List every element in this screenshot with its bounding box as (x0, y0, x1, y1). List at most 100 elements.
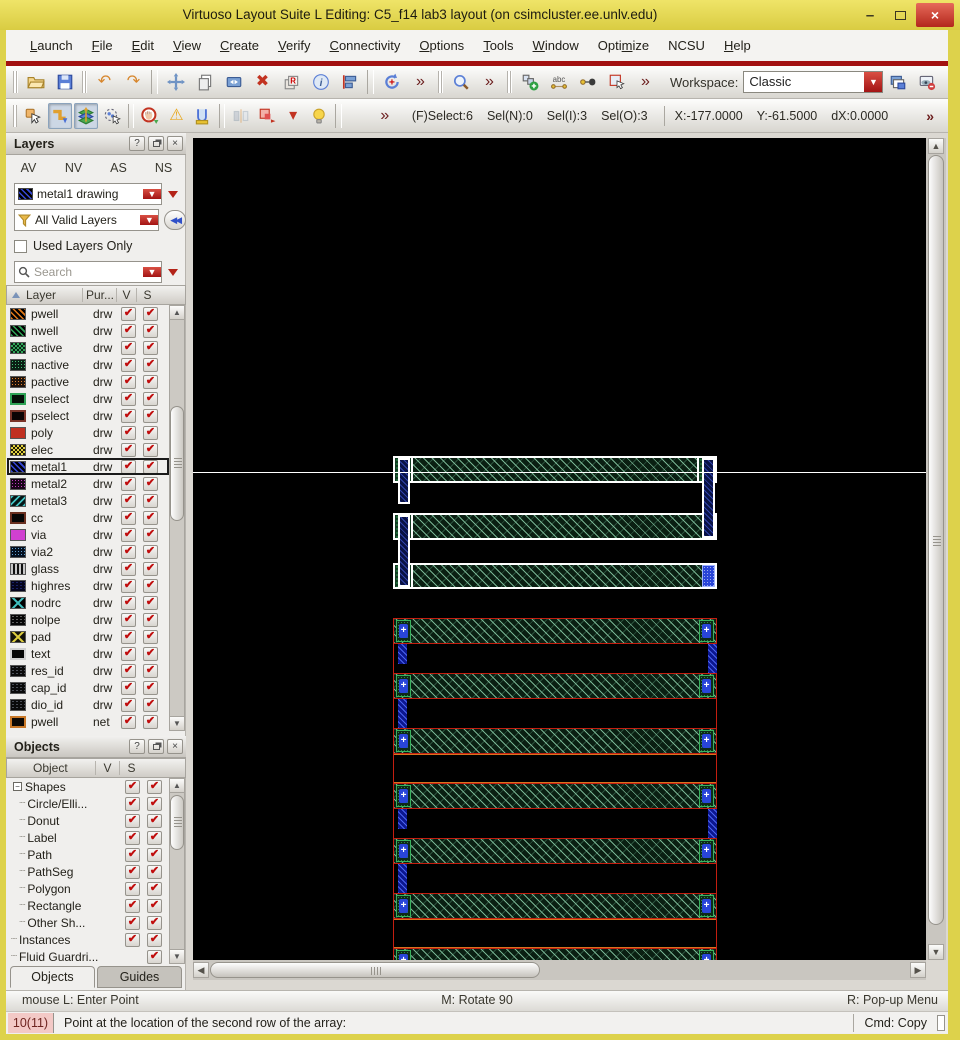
contact[interactable]: + (396, 730, 411, 752)
toolbar-grip[interactable] (438, 71, 443, 93)
column-selectable[interactable]: S (119, 761, 143, 775)
collapse-panel-button[interactable]: ◀◀ (164, 210, 186, 230)
metal1-connector[interactable] (708, 644, 717, 673)
selected-metal-connector[interactable] (702, 458, 715, 538)
toolbar-overflow-button[interactable]: » (476, 69, 503, 95)
scroll-up-arrow[interactable]: ▲ (928, 138, 944, 154)
objects-scrollbar[interactable]: ▲ ▼ (169, 778, 185, 964)
metal1-connector[interactable] (398, 809, 407, 829)
layer-row-nolpe-drw[interactable]: nolpe drw ✔ ✔ (7, 611, 169, 628)
resize-grip[interactable] (937, 1014, 945, 1031)
checkbox[interactable]: ✔ (121, 306, 136, 321)
checkbox[interactable]: ✔ (121, 323, 136, 338)
layer-row-nwell-net[interactable]: nwellnet✔✔ (7, 730, 169, 731)
layer-row-res_id-drw[interactable]: res_id drw ✔ ✔ (7, 662, 169, 679)
menu-view[interactable]: View (173, 38, 201, 53)
checkbox[interactable]: ✔ (121, 612, 136, 627)
layers-scroll-thumb[interactable] (170, 406, 184, 521)
canvas-hscroll-thumb[interactable] (210, 962, 540, 978)
checkbox[interactable]: ✔ (125, 796, 140, 811)
checkbox[interactable]: ✔ (143, 578, 158, 593)
checkbox[interactable]: ✔ (121, 425, 136, 440)
minimize-button[interactable]: – (856, 4, 884, 26)
layers-scrollbar[interactable]: ▲ ▼ (169, 305, 185, 731)
checkbox[interactable]: ✔ (143, 425, 158, 440)
layer-row-pad-drw[interactable]: pad drw ✔ ✔ (7, 628, 169, 645)
resistor-bar[interactable] (393, 948, 717, 960)
toolbar-grip[interactable] (13, 71, 18, 93)
scroll-down-arrow[interactable]: ▼ (170, 949, 184, 963)
search-menu-arrow[interactable] (168, 268, 178, 276)
layer-row-text-drw[interactable]: text drw ✔ ✔ (7, 645, 169, 662)
single-select-button[interactable] (21, 103, 45, 129)
layers-close-button[interactable]: × (167, 136, 183, 151)
menu-optimize[interactable]: Optimize (598, 38, 649, 53)
layer-row-metal3-drw[interactable]: metal3 drw ✔ ✔ (7, 492, 169, 509)
contact[interactable]: + (699, 785, 714, 807)
workspace-dropdown-arrow[interactable]: ▼ (864, 72, 883, 92)
rotate-button[interactable]: + (378, 69, 405, 95)
checkbox[interactable]: ✔ (121, 544, 136, 559)
checkbox[interactable]: ✔ (121, 561, 136, 576)
objects-close-button[interactable]: × (167, 739, 183, 754)
checkbox[interactable]: ✔ (147, 898, 162, 913)
mode-ns[interactable]: NS (141, 161, 186, 175)
checkbox[interactable]: ✔ (143, 561, 158, 576)
object-row-polygon[interactable]: ┈ Polygon ✔ ✔ (7, 880, 169, 897)
well-boundary[interactable] (393, 919, 717, 948)
checkbox[interactable]: ✔ (121, 714, 136, 729)
scroll-up-arrow[interactable]: ▲ (170, 779, 184, 793)
info-button[interactable]: i (307, 69, 334, 95)
selected-resistor-bar[interactable] (393, 456, 717, 483)
column-selectable[interactable]: S (136, 288, 158, 302)
canvas-vscrollbar[interactable]: ▲ ▼ (926, 138, 946, 960)
checkbox[interactable]: ✔ (143, 527, 158, 542)
checkbox[interactable]: ✔ (121, 476, 136, 491)
caution-button[interactable]: ⚠ (164, 103, 188, 129)
checkbox[interactable]: ✔ (147, 915, 162, 930)
resistor-bar[interactable] (393, 783, 717, 809)
checkbox[interactable]: ✔ (121, 340, 136, 355)
scroll-down-arrow[interactable]: ▼ (928, 944, 944, 960)
checkbox[interactable]: ✔ (143, 340, 158, 355)
checkbox[interactable]: ✔ (125, 779, 140, 794)
toolbar-overflow-button[interactable]: » (632, 69, 659, 95)
checkbox[interactable]: ✔ (143, 714, 158, 729)
object-row-othersh[interactable]: ┈ Other Sh... ✔ ✔ (7, 914, 169, 931)
menu-file[interactable]: File (92, 38, 113, 53)
contact[interactable]: + (396, 840, 411, 862)
resistor-bar[interactable] (393, 618, 717, 644)
menu-create[interactable]: Create (220, 38, 259, 53)
objects-help-button[interactable]: ? (129, 739, 145, 754)
layer-row-nwell-drw[interactable]: nwell drw ✔ ✔ (7, 322, 169, 339)
canvas-hscrollbar[interactable]: ◀ ▶ (193, 960, 926, 980)
mode-nv[interactable]: NV (51, 161, 96, 175)
redo-button[interactable]: ↷ (120, 69, 147, 95)
checkbox[interactable]: ✔ (147, 796, 162, 811)
object-row-path[interactable]: ┈ Path ✔ ✔ (7, 846, 169, 863)
layer-row-highres-drw[interactable]: highres drw ✔ ✔ (7, 577, 169, 594)
menu-window[interactable]: Window (533, 38, 579, 53)
layer-row-poly-drw[interactable]: poly drw ✔ ✔ (7, 424, 169, 441)
close-button[interactable]: × (916, 3, 954, 27)
column-visible[interactable]: V (95, 761, 119, 775)
checkbox[interactable]: ✔ (121, 391, 136, 406)
combo-dropdown-arrow[interactable]: ▼ (140, 215, 159, 225)
metal1-connector[interactable] (398, 699, 407, 728)
menu-launch[interactable]: Launch (30, 38, 73, 53)
combo-dropdown-arrow[interactable]: ▼ (143, 189, 161, 199)
checkbox[interactable]: ✔ (121, 459, 136, 474)
layer-filter-combo[interactable]: All Valid Layers ▼ (14, 209, 160, 231)
layer-row-via-drw[interactable]: via drw ✔ ✔ (7, 526, 169, 543)
checkbox[interactable]: ✔ (147, 847, 162, 862)
copy-button[interactable] (191, 69, 218, 95)
contact[interactable]: + (699, 620, 714, 642)
column-layer[interactable]: Layer (26, 288, 82, 302)
checkbox[interactable]: ✔ (143, 493, 158, 508)
checkbox[interactable]: ✔ (121, 374, 136, 389)
menu-edit[interactable]: Edit (132, 38, 154, 53)
contact[interactable]: + (699, 730, 714, 752)
checkbox[interactable]: ✔ (121, 680, 136, 695)
layer-row-metal1-drw[interactable]: metal1 drw ✔ ✔ (7, 458, 169, 475)
layer-row-pselect-drw[interactable]: pselect drw ✔ ✔ (7, 407, 169, 424)
